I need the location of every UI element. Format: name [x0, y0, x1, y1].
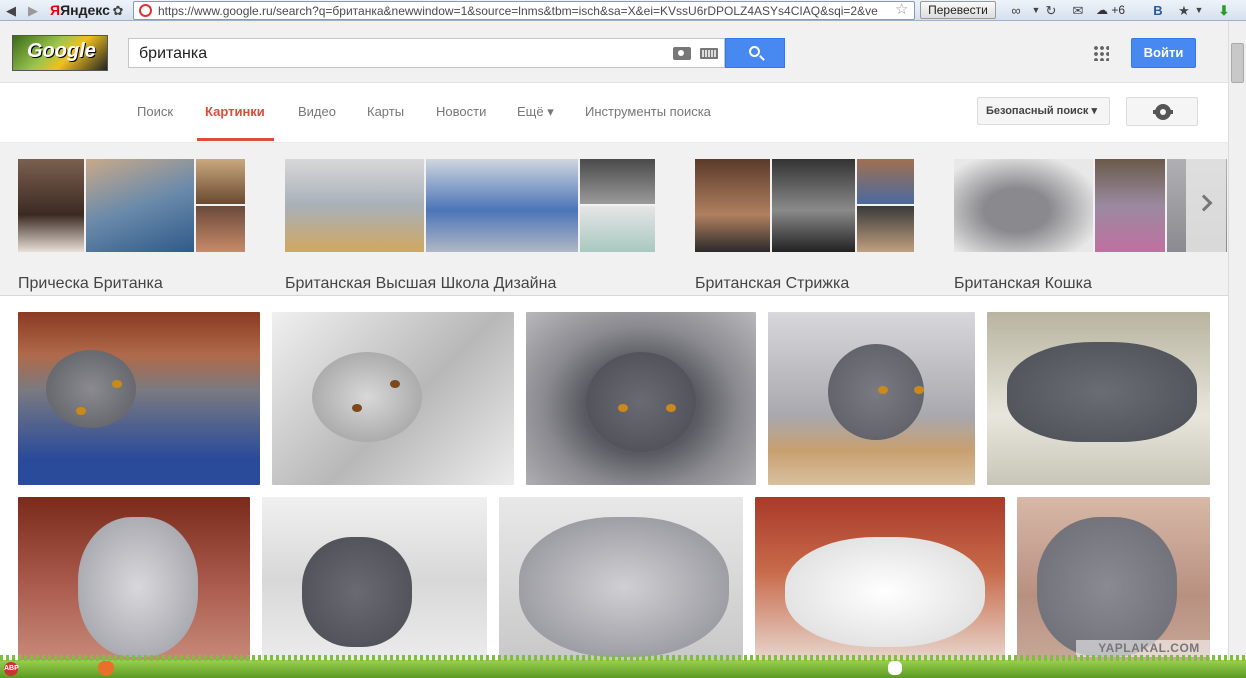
download-icon[interactable]: ⬇: [1216, 2, 1232, 19]
related-thumbnail[interactable]: [857, 159, 914, 204]
keyboard-icon[interactable]: [700, 48, 718, 59]
cat-image: [1037, 517, 1177, 657]
cat-image: [78, 517, 198, 657]
translate-button[interactable]: Перевести: [920, 1, 996, 19]
related-thumbnail[interactable]: [580, 206, 655, 252]
weather-widget[interactable]: ☁ +6: [1096, 1, 1125, 19]
image-result[interactable]: [755, 497, 1005, 662]
cat-eye: [390, 380, 400, 388]
cat-image: [519, 517, 729, 657]
gear-icon: [1153, 104, 1173, 120]
settings-button[interactable]: [1126, 97, 1198, 126]
image-result[interactable]: [18, 497, 250, 662]
search-box[interactable]: [128, 38, 725, 68]
tab-maps[interactable]: Карты: [367, 104, 404, 120]
related-label[interactable]: Британская Стрижка: [695, 274, 849, 294]
chevron-right-icon: [1195, 194, 1213, 212]
bookmarks-dropdown-icon[interactable]: ▼: [1194, 2, 1204, 19]
related-label[interactable]: Прическа Британка: [18, 274, 163, 294]
image-result[interactable]: [1017, 497, 1210, 662]
yandex-brand[interactable]: ЯЯндекс: [50, 1, 110, 20]
search-input[interactable]: [139, 44, 659, 64]
decorative-grass-bar: ABP: [0, 655, 1246, 678]
cat-eye: [914, 386, 924, 394]
bookmark-star-icon[interactable]: ☆: [895, 0, 908, 19]
glasses-icon[interactable]: ∞: [1004, 2, 1028, 19]
tab-more[interactable]: Ещё ▾: [517, 104, 554, 120]
related-thumbnail[interactable]: [772, 159, 855, 252]
mail-icon[interactable]: ✉: [1070, 2, 1086, 19]
cat-eye: [666, 404, 676, 412]
site-icon: [139, 4, 152, 17]
related-thumbnail[interactable]: [86, 159, 194, 252]
browser-toolbar: ◀ ▶ ЯЯндекс ✿ https://www.google.ru/sear…: [0, 0, 1246, 21]
image-result[interactable]: [272, 312, 514, 485]
bookmarks-icon[interactable]: ★: [1176, 2, 1192, 19]
related-label[interactable]: Британская Высшая Школа Дизайна: [285, 274, 556, 294]
related-thumbnail[interactable]: [954, 159, 1093, 252]
cat-eye: [112, 380, 122, 388]
image-result[interactable]: [499, 497, 743, 662]
page-scrollbar[interactable]: [1228, 21, 1246, 661]
tab-images[interactable]: Картинки: [205, 104, 265, 120]
search-icon: [749, 46, 760, 57]
reload-icon[interactable]: ↻: [1044, 2, 1058, 19]
related-thumbnail[interactable]: [196, 159, 245, 204]
related-thumbnail[interactable]: [580, 159, 655, 204]
address-bar[interactable]: https://www.google.ru/search?q=британка&…: [133, 1, 915, 20]
image-result[interactable]: [768, 312, 975, 485]
cat-eye: [76, 407, 86, 415]
cat-image: [312, 352, 422, 442]
fox-icon[interactable]: [98, 661, 114, 676]
cat-eye: [352, 404, 362, 412]
image-result[interactable]: [262, 497, 487, 662]
related-thumbnail[interactable]: [857, 206, 914, 252]
image-result[interactable]: [526, 312, 756, 485]
tab-search[interactable]: Поиск: [137, 104, 173, 120]
apps-grid-icon[interactable]: [1093, 45, 1109, 61]
google-header: Google Войти: [0, 21, 1228, 83]
scrollbar-thumb[interactable]: [1231, 43, 1244, 83]
tab-news[interactable]: Новости: [436, 104, 486, 120]
related-thumbnail[interactable]: [1095, 159, 1165, 252]
camera-icon[interactable]: [673, 47, 691, 60]
cat-image: [302, 537, 412, 647]
cat-image: [785, 537, 985, 647]
search-tabs: Поиск Картинки Видео Карты Новости Ещё ▾…: [0, 83, 1228, 143]
forward-arrow-icon[interactable]: ▶: [26, 2, 40, 19]
related-thumbnail[interactable]: [426, 159, 578, 252]
cloud-icon: ☁: [1096, 3, 1112, 17]
related-thumbnail[interactable]: [18, 159, 84, 252]
related-thumbnail[interactable]: [285, 159, 424, 252]
back-arrow-icon[interactable]: ◀: [4, 2, 18, 19]
safesearch-dropdown[interactable]: Безопасный поиск ▾: [977, 97, 1110, 125]
tab-video[interactable]: Видео: [298, 104, 336, 120]
page: ◀ ▶ ЯЯндекс ✿ https://www.google.ru/sear…: [0, 0, 1246, 678]
cat-image: [586, 352, 696, 452]
cat-eye: [878, 386, 888, 394]
google-doodle-logo[interactable]: Google: [12, 35, 108, 71]
related-label[interactable]: Британская Кошка: [954, 274, 1092, 294]
extension-icon[interactable]: ✿: [110, 2, 126, 19]
image-result[interactable]: [18, 312, 260, 485]
dropdown-chevron-icon[interactable]: ▼: [1030, 2, 1042, 19]
adblock-icon[interactable]: ABP: [4, 662, 19, 676]
cat-image: [828, 344, 924, 440]
cat-image: [46, 350, 136, 428]
related-thumbnail[interactable]: [695, 159, 770, 252]
related-next-button[interactable]: [1186, 159, 1226, 252]
related-searches: Прическа Британка Британская Высшая Школ…: [0, 143, 1228, 296]
search-button[interactable]: [725, 38, 785, 68]
signin-button[interactable]: Войти: [1131, 38, 1196, 68]
cat-eye: [618, 404, 628, 412]
image-results: [0, 296, 1228, 662]
tab-search-tools[interactable]: Инструменты поиска: [585, 104, 711, 120]
vk-icon[interactable]: В: [1150, 2, 1166, 19]
cat-image: [1007, 342, 1197, 442]
active-tab-indicator: [197, 138, 274, 141]
cat-icon[interactable]: [888, 661, 902, 675]
image-result[interactable]: [987, 312, 1210, 485]
url-text[interactable]: https://www.google.ru/search?q=британка&…: [158, 4, 898, 18]
related-thumbnail[interactable]: [196, 206, 245, 252]
